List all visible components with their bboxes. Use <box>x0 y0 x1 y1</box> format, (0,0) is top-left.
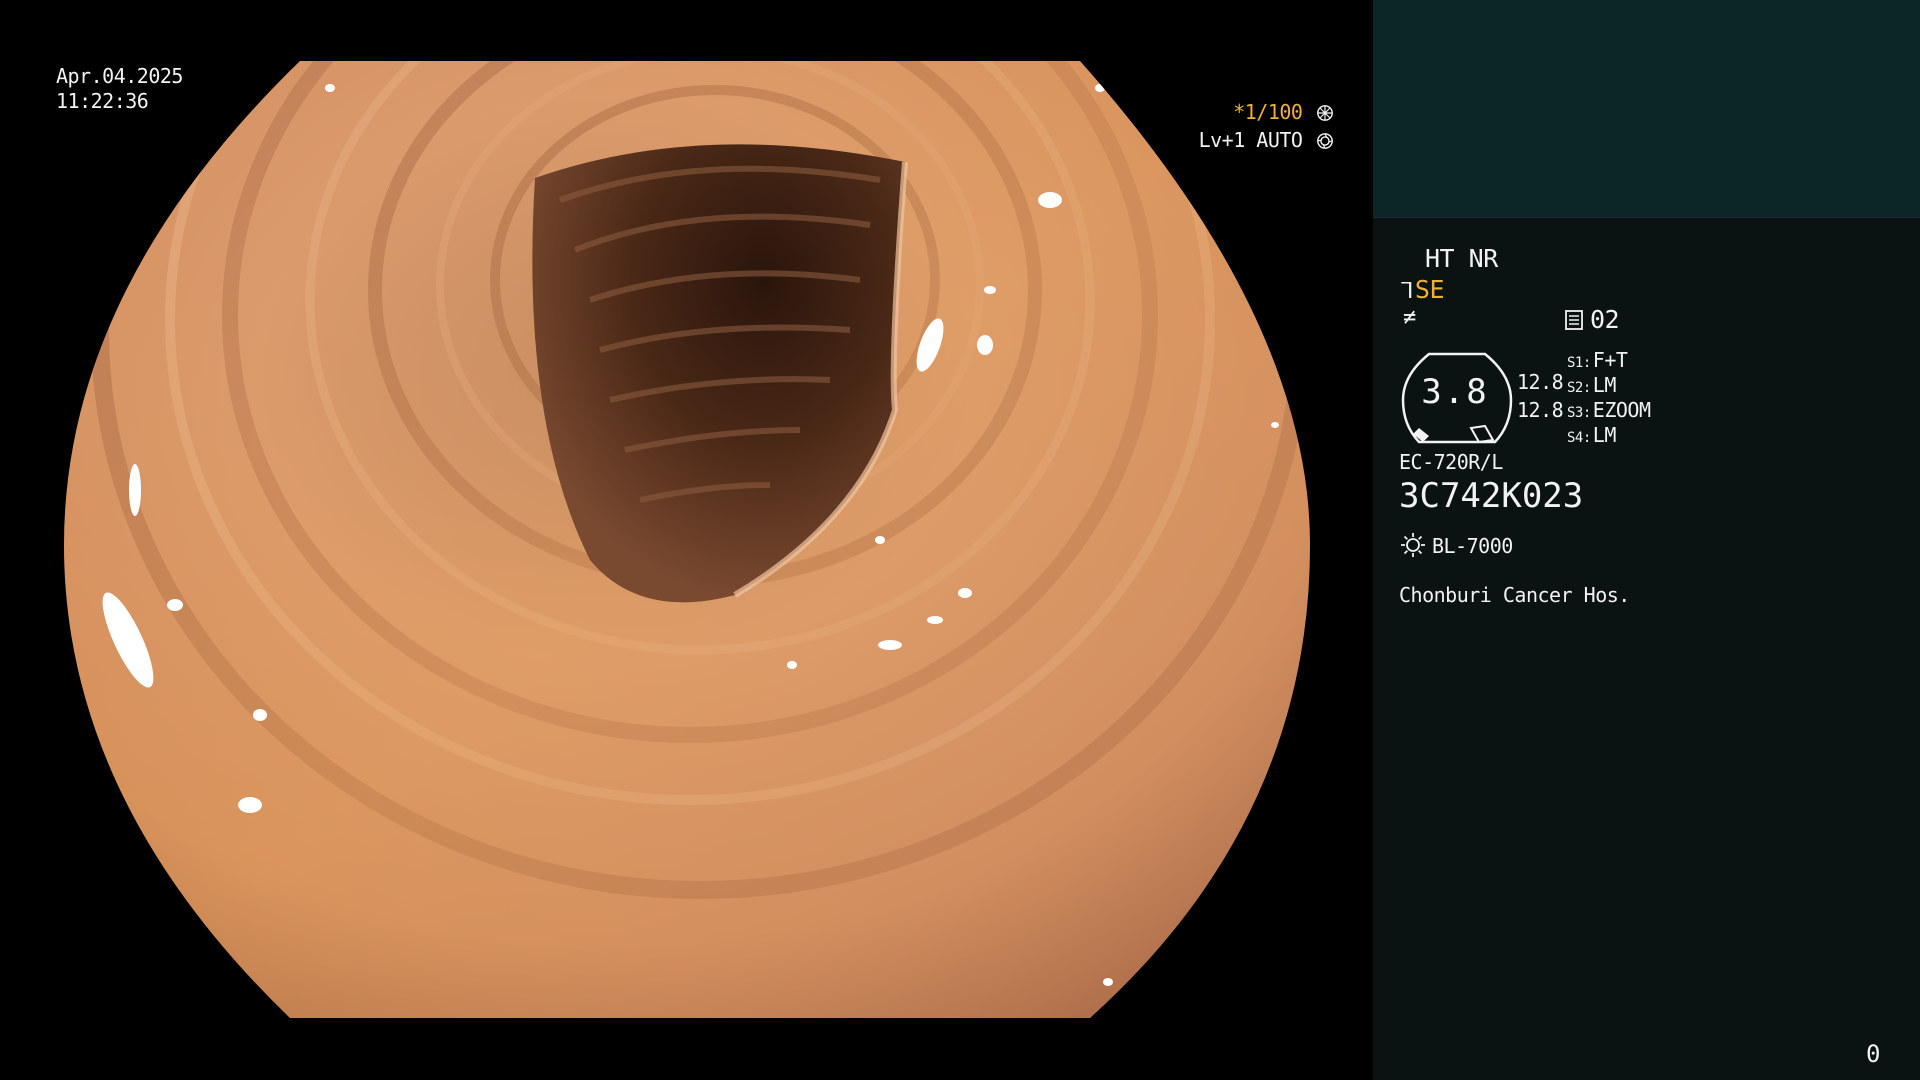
light-source-row: BL-7000 <box>1400 532 1513 558</box>
gauge-sub-value-2: 12.8 <box>1517 398 1564 422</box>
switch-key: S3: <box>1567 405 1591 421</box>
level-mode-label: Lv+1 AUTO <box>1198 128 1303 152</box>
se-label: SE <box>1414 275 1445 304</box>
iris-icon <box>1317 133 1333 149</box>
date-label: Apr.04.2025 <box>56 64 183 88</box>
light-source-label: BL-7000 <box>1432 534 1513 558</box>
gauge-value: 3.8 <box>1421 372 1489 412</box>
switch-value: LM <box>1592 373 1617 397</box>
memo-number: 02 <box>1590 305 1620 334</box>
scope-model-label: EC-720R/L <box>1399 450 1503 474</box>
switch-key: S4: <box>1567 430 1591 446</box>
hospital-name: Chonburi Cancer Hos. <box>1399 583 1630 607</box>
hook-icon: ᒣ <box>1400 279 1413 304</box>
strike-icon: ≠ <box>1403 305 1416 330</box>
brightness-level-indicator: Lv+1 AUTO <box>1199 128 1334 152</box>
image-counter: 0 <box>1866 1040 1880 1068</box>
endoscopy-screen: Apr.04.2025 11:22:36 *1/100 Lv+1 AUTO HT… <box>0 0 1920 1080</box>
shutter-rate-indicator: *1/100 <box>1233 100 1334 124</box>
date-time-stamp: Apr.04.2025 11:22:36 <box>56 64 183 114</box>
switch-value: LM <box>1592 423 1617 447</box>
structure-enhancement-row: ᒣSE <box>1400 275 1445 304</box>
scope-serial-number: 3C742K023 <box>1399 476 1584 516</box>
memo-icon <box>1565 310 1583 330</box>
switch-row-s3: S3: EZOOM <box>1567 398 1651 422</box>
endoscopic-view: Apr.04.2025 11:22:36 *1/100 Lv+1 AUTO <box>0 0 1372 1080</box>
switch-value: F+T <box>1592 348 1628 372</box>
time-label: 11:22:36 <box>56 89 149 113</box>
aperture-icon <box>1317 105 1333 121</box>
switch-value: EZOOM <box>1592 398 1651 422</box>
ht-nr-label: HT NR <box>1425 244 1498 273</box>
switch-row-s1: S1: F+T <box>1567 348 1628 372</box>
shutter-rate-label: *1/100 <box>1233 100 1303 124</box>
gauge-sub-value-1: 12.8 <box>1517 370 1564 394</box>
memo-row: 02 <box>1564 305 1620 334</box>
switch-key: S2: <box>1567 380 1591 396</box>
colon-lumen-image <box>64 61 1310 1018</box>
info-panel: HT NR ᒣSE ≠ 02 3.8 12.8 12.8 S1: F+T S2: L… <box>1373 0 1920 1080</box>
lamp-icon <box>1401 533 1425 557</box>
switch-key: S1: <box>1567 355 1591 371</box>
thumbnail-area <box>1373 0 1920 218</box>
switch-row-s2: S2: LM <box>1567 373 1616 397</box>
switch-row-s4: S4: LM <box>1567 423 1616 447</box>
